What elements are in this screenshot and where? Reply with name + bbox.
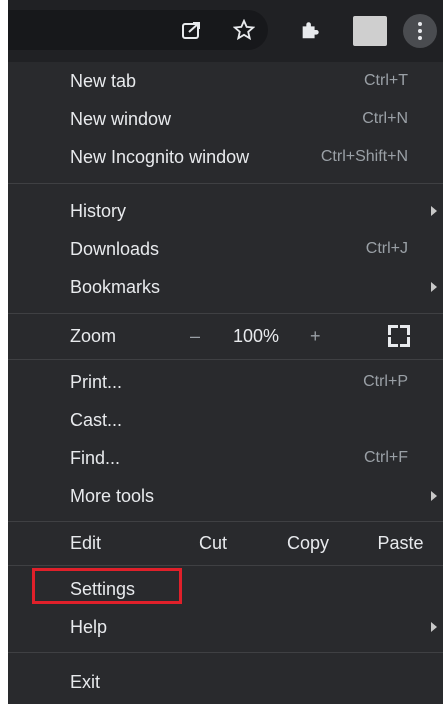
zoom-out-button[interactable]: – (190, 326, 200, 347)
menu-item-find[interactable]: Find... Ctrl+F (8, 439, 443, 477)
menu-item-print[interactable]: Print... Ctrl+P (8, 363, 443, 401)
zoom-level: 100% (233, 325, 280, 346)
zoom-in-button[interactable]: + (310, 326, 321, 347)
menu-item-label: Downloads (70, 238, 160, 259)
menu-item-history[interactable]: History (8, 192, 443, 230)
menu-item-label: Find... (70, 447, 121, 468)
shortcut-label: Ctrl+T (364, 72, 408, 89)
menu-item-new-incognito[interactable]: New Incognito window Ctrl+Shift+N (8, 138, 443, 176)
menu-item-label: Edit (70, 532, 102, 553)
chrome-main-menu: New tab Ctrl+T New window Ctrl+N New Inc… (8, 62, 443, 704)
menu-item-label: Cast... (70, 409, 123, 430)
menu-item-label: History (70, 200, 127, 221)
menu-item-new-window[interactable]: New window Ctrl+N (8, 100, 443, 138)
extensions-puzzle-icon[interactable] (298, 18, 322, 42)
menu-item-more-tools[interactable]: More tools (8, 477, 443, 515)
menu-item-label: Bookmarks (70, 276, 161, 297)
paste-button[interactable]: Paste (358, 524, 443, 562)
menu-item-label: New Incognito window (70, 146, 250, 167)
menu-item-exit[interactable]: Exit (8, 663, 443, 701)
menu-item-bookmarks[interactable]: Bookmarks (8, 268, 443, 306)
copy-button[interactable]: Copy (263, 524, 353, 562)
menu-separator (8, 183, 443, 184)
menu-item-label: Exit (70, 671, 101, 692)
bookmark-star-icon[interactable] (232, 18, 256, 42)
menu-item-label: New window (70, 108, 172, 129)
menu-separator (8, 521, 443, 522)
menu-item-label: New tab (70, 70, 137, 91)
shortcut-label: Ctrl+F (364, 449, 408, 466)
menu-item-edit: Edit Cut Copy Paste (8, 524, 443, 562)
shortcut-label: Ctrl+J (365, 240, 408, 257)
fullscreen-icon[interactable] (388, 325, 410, 347)
menu-item-label: Help (70, 616, 108, 637)
share-icon[interactable] (180, 18, 204, 42)
menu-separator (8, 565, 443, 566)
menu-item-cast[interactable]: Cast... (8, 401, 443, 439)
menu-item-help[interactable]: Help (8, 608, 443, 646)
shortcut-label: Ctrl+P (363, 373, 408, 390)
submenu-arrow-icon (431, 282, 437, 292)
menu-item-new-tab[interactable]: New tab Ctrl+T (8, 62, 443, 100)
menu-item-downloads[interactable]: Downloads Ctrl+J (8, 230, 443, 268)
menu-separator (8, 313, 443, 314)
settings-highlight-box (32, 568, 182, 604)
menu-item-zoom: Zoom – 100% + (8, 316, 443, 356)
menu-item-label: Zoom (70, 325, 117, 346)
submenu-arrow-icon (431, 206, 437, 216)
shortcut-label: Ctrl+Shift+N (320, 148, 408, 165)
more-menu-icon[interactable] (403, 14, 437, 48)
page-edge (0, 0, 8, 704)
submenu-arrow-icon (431, 622, 437, 632)
menu-item-label: More tools (70, 485, 155, 506)
cut-button[interactable]: Cut (168, 524, 258, 562)
menu-separator (8, 359, 443, 360)
profile-avatar[interactable] (353, 16, 387, 46)
browser-toolbar (8, 0, 443, 62)
menu-item-label: Print... (70, 371, 123, 392)
shortcut-label: Ctrl+N (362, 110, 408, 127)
address-bar[interactable] (8, 10, 268, 50)
menu-separator (8, 652, 443, 653)
submenu-arrow-icon (431, 491, 437, 501)
